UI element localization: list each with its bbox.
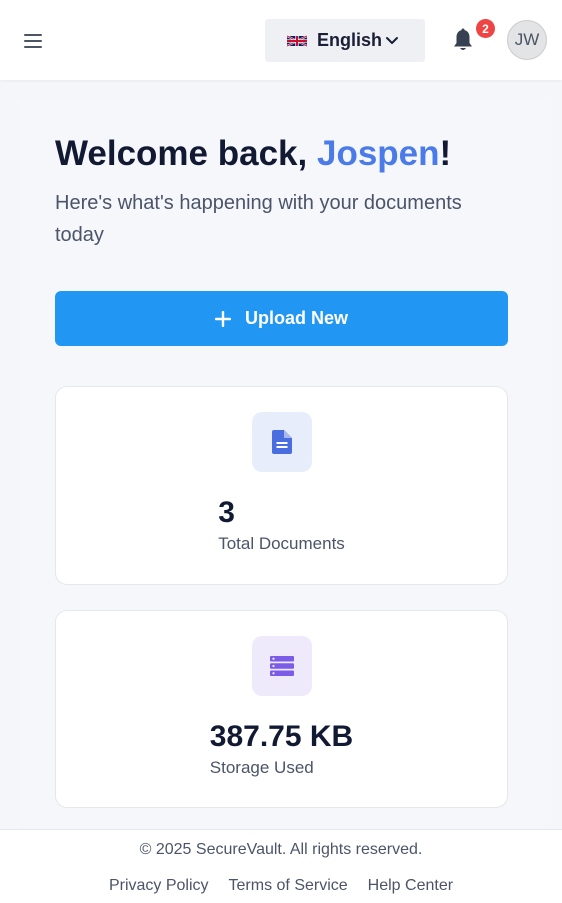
help-center-link[interactable]: Help Center — [368, 877, 453, 895]
stat-card-storage: 387.75 KB Storage Used — [55, 610, 508, 808]
top-bar: English 2 JW — [0, 0, 562, 80]
language-selector[interactable]: English — [265, 19, 425, 62]
stat-value: 3 — [218, 496, 235, 529]
plus-icon — [214, 310, 231, 327]
user-name: Jospen — [316, 134, 440, 173]
document-icon-tile — [252, 412, 312, 472]
database-icon-tile — [252, 636, 312, 696]
privacy-policy-link[interactable]: Privacy Policy — [109, 877, 209, 895]
upload-new-button[interactable]: Upload New — [55, 291, 508, 346]
welcome-suffix: ! — [439, 134, 452, 173]
welcome-prefix: Welcome back, — [55, 134, 317, 173]
copyright-text: © 2025 SecureVault. All rights reserved. — [139, 841, 423, 858]
document-icon — [272, 430, 292, 454]
stat-card-documents: 3 Total Documents — [55, 386, 508, 585]
stat-label: Storage Used — [209, 758, 314, 777]
avatar[interactable]: JW — [507, 20, 547, 60]
page-subtitle: Here's what's happening with your docume… — [55, 192, 462, 246]
notification-badge: 2 — [476, 19, 495, 38]
page-title: Welcome back, Jospen! — [55, 134, 451, 174]
stat-value: 387.75 KB — [209, 720, 354, 753]
terms-of-service-link[interactable]: Terms of Service — [229, 877, 348, 895]
footer-links: Privacy Policy Terms of Service Help Cen… — [0, 877, 562, 895]
bell-icon[interactable] — [451, 28, 475, 54]
language-label: English — [317, 30, 383, 50]
uk-flag-icon — [287, 34, 307, 47]
chevron-down-icon — [386, 37, 398, 44]
footer: © 2025 SecureVault. All rights reserved.… — [0, 829, 562, 903]
hamburger-menu-icon[interactable] — [24, 28, 50, 54]
stat-label: Total Documents — [218, 534, 345, 553]
upload-new-label: Upload New — [244, 308, 348, 328]
database-icon — [270, 656, 294, 676]
